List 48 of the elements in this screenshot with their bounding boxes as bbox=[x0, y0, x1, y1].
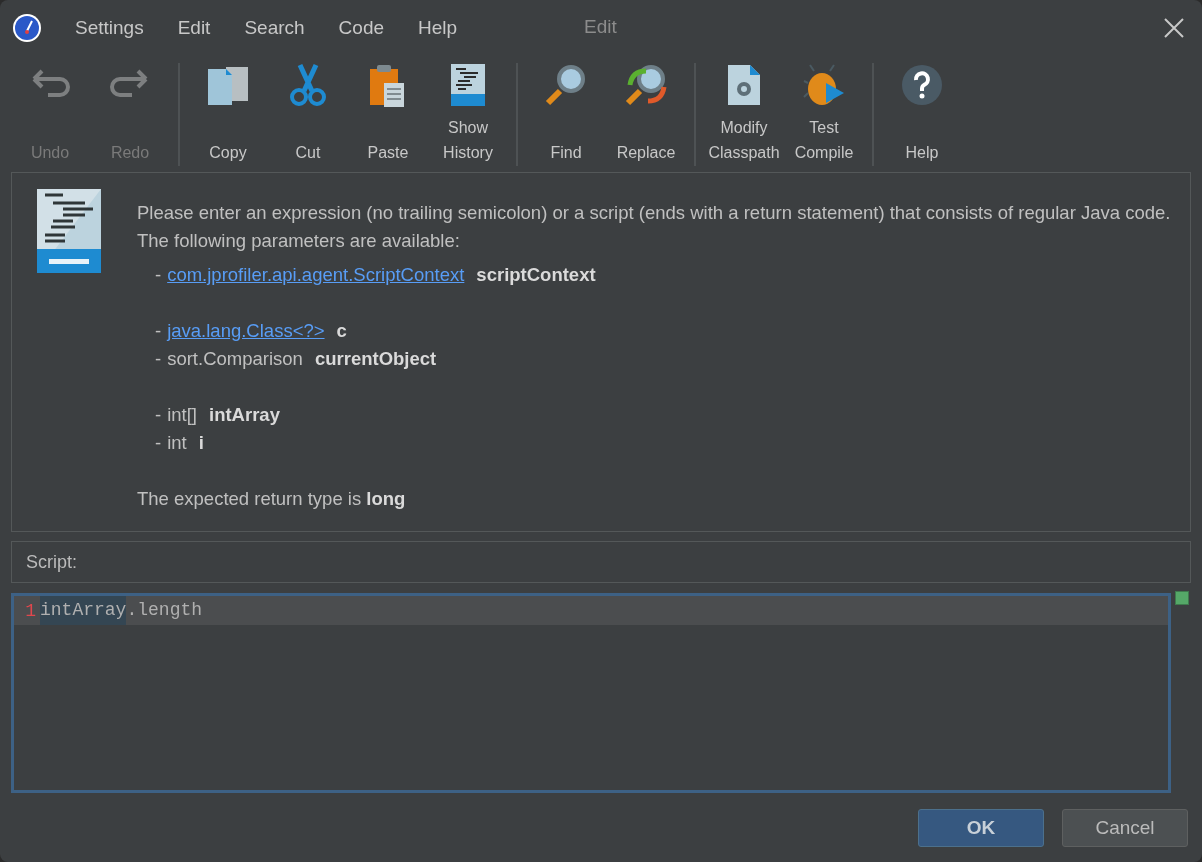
menu-item[interactable]: Settings bbox=[58, 16, 161, 39]
paste-button[interactable]: Paste bbox=[348, 55, 428, 170]
list-dash: - bbox=[155, 320, 162, 341]
list-dash: - bbox=[155, 264, 162, 285]
replace-button[interactable]: Replace bbox=[606, 55, 686, 170]
parameter-name: intArray bbox=[209, 404, 280, 425]
type-link[interactable]: java.lang.Class<?> bbox=[167, 320, 325, 341]
menu-item[interactable]: Search bbox=[227, 16, 322, 39]
parameter-type: int bbox=[167, 432, 187, 453]
magnifier-arrows-icon bbox=[624, 63, 668, 107]
parameter-name: currentObject bbox=[314, 348, 437, 369]
cancel-button[interactable]: Cancel bbox=[1062, 809, 1188, 847]
intro-text: Please enter an expression (no trailing semicolon) or a script (ends with a return statement) that consists of regular Java code. The following parameters are available: bbox=[137, 201, 1172, 253]
code-editor[interactable]: 1 intArray.length bbox=[11, 593, 1171, 793]
compile-button[interactable]: Test Compile bbox=[784, 55, 864, 170]
menu-item[interactable]: Code bbox=[321, 16, 402, 39]
return-type-text: The expected return type is long bbox=[137, 487, 407, 511]
parameter-name: i bbox=[198, 432, 204, 453]
menu-item[interactable]: Edit bbox=[160, 16, 228, 39]
close-icon[interactable] bbox=[1164, 17, 1184, 38]
parameter-type: int[] bbox=[167, 404, 197, 425]
code-line: intArray.length bbox=[40, 596, 203, 625]
window-title: Edit bbox=[584, 16, 617, 38]
help-icon bbox=[901, 64, 943, 106]
java-file-icon bbox=[37, 189, 101, 273]
java-file-icon bbox=[450, 63, 486, 107]
parameter-type: sort.Comparison bbox=[167, 348, 303, 369]
ok-button[interactable]: OK bbox=[918, 809, 1044, 847]
status-marker-icon bbox=[1175, 591, 1189, 605]
line-number: 1 bbox=[24, 600, 37, 621]
scissors-icon bbox=[288, 63, 328, 107]
history-button[interactable]: Show History bbox=[428, 55, 508, 170]
cut-button[interactable]: Cut bbox=[268, 55, 348, 170]
script-label: Script: bbox=[26, 551, 77, 573]
help-button[interactable]: Help bbox=[882, 55, 962, 170]
type-link[interactable]: com.jprofiler.api.agent.ScriptContext bbox=[167, 264, 465, 285]
list-dash: - bbox=[155, 432, 162, 453]
parameter-name: c bbox=[336, 320, 347, 341]
find-button[interactable]: Find bbox=[526, 55, 606, 170]
classpath-button[interactable]: Modify Classpath bbox=[704, 55, 784, 170]
magnifier-icon bbox=[544, 63, 588, 107]
app-logo-icon bbox=[12, 12, 42, 43]
list-dash: - bbox=[155, 348, 162, 369]
menu-item[interactable]: Help bbox=[401, 16, 475, 39]
copy-button[interactable]: Copy bbox=[188, 55, 268, 170]
list-dash: - bbox=[155, 404, 162, 425]
copy-documents-icon bbox=[206, 65, 250, 105]
parameter-name: scriptContext bbox=[476, 264, 596, 285]
